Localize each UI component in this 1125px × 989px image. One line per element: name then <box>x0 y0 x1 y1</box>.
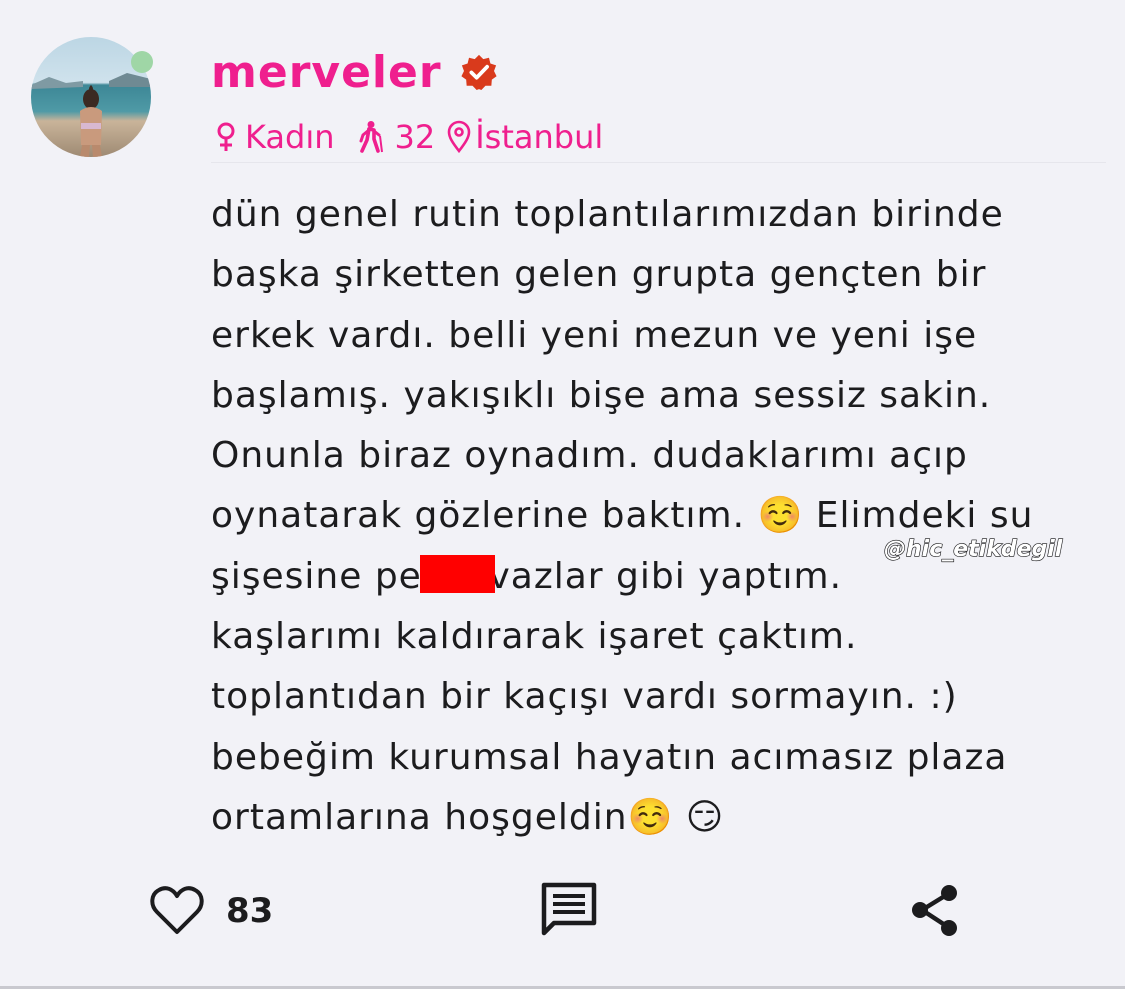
gender-label: Kadın <box>245 118 335 156</box>
header: merveler <box>211 44 498 100</box>
age-info: 32 <box>357 118 436 156</box>
like-count: 83 <box>226 891 274 931</box>
age-label: 32 <box>394 118 436 156</box>
comment-icon <box>541 882 597 936</box>
share-button[interactable] <box>908 883 964 943</box>
redaction-box <box>420 555 495 593</box>
online-status-dot <box>131 51 153 73</box>
heart-outline-icon <box>150 886 204 934</box>
post-body-text: dün genel rutin toplantılarımızdan birin… <box>211 194 1034 838</box>
walking-person-icon <box>359 121 383 153</box>
username[interactable]: merveler <box>211 47 442 98</box>
gender-info: Kadın <box>215 118 335 156</box>
location-pin-icon <box>447 120 471 154</box>
share-icon <box>912 885 957 936</box>
like-button[interactable]: 83 <box>150 878 273 944</box>
action-bar: 83 <box>0 878 1125 944</box>
location-label: İstanbul <box>475 118 604 156</box>
comment-button[interactable] <box>540 881 598 941</box>
verified-badge-icon <box>460 54 497 91</box>
profile-meta: Kadın 32 İstanbul <box>215 112 603 162</box>
header-divider <box>211 162 1106 163</box>
female-symbol-icon <box>217 122 235 151</box>
location-info: İstanbul <box>447 118 603 156</box>
watermark: @hic_etikdegil <box>883 536 1063 562</box>
